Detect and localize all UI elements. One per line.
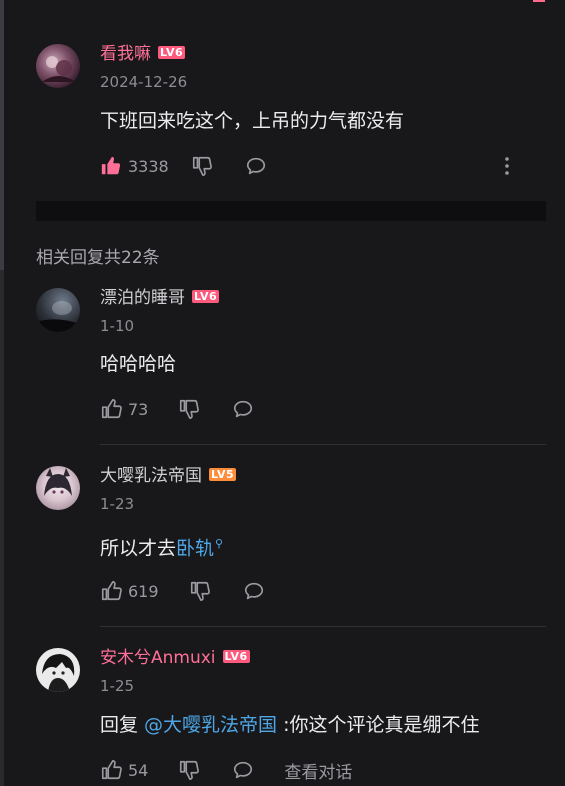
thumbs-down-icon <box>192 156 212 176</box>
username[interactable]: 看我嘛 LV6 <box>100 44 186 64</box>
like-count: 619 <box>128 581 159 601</box>
avatar[interactable] <box>36 288 80 332</box>
thumbs-up-icon <box>101 581 122 601</box>
more-vertical-icon <box>505 157 509 175</box>
comment-bubble-icon <box>246 157 265 175</box>
like-count: 54 <box>128 760 149 780</box>
username[interactable]: 安木兮Anmuxi LV6 <box>100 648 250 668</box>
thumbs-down-icon <box>180 399 200 419</box>
avatar-image <box>36 301 80 332</box>
like-count: 3338 <box>128 156 169 176</box>
level-badge: LV5 <box>209 467 237 481</box>
reply-date: 1-25 <box>100 677 135 695</box>
avatar-image <box>42 654 75 692</box>
dislike-button[interactable] <box>189 580 211 602</box>
dislike-button[interactable] <box>191 155 213 177</box>
reply-button[interactable] <box>232 398 254 420</box>
reply-text: :你这个评论真是绷不住 <box>277 714 480 736</box>
reply-date: 1-23 <box>100 495 135 513</box>
reply-prefix: 回复 <box>100 714 145 736</box>
like-count: 73 <box>128 399 149 419</box>
reply-text: 所以才去 <box>100 537 177 560</box>
section-divider <box>36 201 546 221</box>
replies-header: 相关回复共22条 <box>36 248 160 268</box>
reply-content: 回复 @大嘤乳法帝国 :你这个评论真是绷不住 <box>100 713 480 737</box>
comment-date: 2024-12-26 <box>100 73 188 91</box>
like-button[interactable]: 619 <box>100 580 159 602</box>
comment-actions: 3338 <box>100 154 546 178</box>
reply-content: 所以才去卧轨⚲ <box>100 532 223 560</box>
thumbs-down-icon <box>190 581 210 601</box>
reply-content: 哈哈哈哈 <box>100 353 177 375</box>
dislike-button[interactable] <box>178 759 200 781</box>
reply-divider <box>100 626 546 627</box>
more-options-button[interactable] <box>504 156 510 176</box>
reply-actions: 54 查看对话 <box>100 758 352 783</box>
avatar-image <box>42 56 76 82</box>
level-badge: LV6 <box>222 649 250 663</box>
comment-bubble-icon <box>244 582 263 600</box>
reply-button[interactable] <box>232 759 254 781</box>
level-badge: LV6 <box>158 45 186 59</box>
view-conversation-link[interactable]: 查看对话 <box>284 758 352 783</box>
avatar[interactable] <box>36 44 80 88</box>
search-icon[interactable]: ⚲ <box>215 537 223 550</box>
dislike-button[interactable] <box>178 398 200 420</box>
username[interactable]: 漂泊的睡哥 LV6 <box>100 288 220 308</box>
thumbs-up-icon <box>101 760 122 780</box>
like-button[interactable]: 54 <box>100 759 148 781</box>
thumbs-up-filled-icon <box>101 156 121 175</box>
avatar-image <box>44 468 72 496</box>
level-badge: LV6 <box>192 289 220 303</box>
thumbs-down-icon <box>180 760 200 780</box>
comment-content: 下班回来吃这个，上吊的力气都没有 <box>100 110 405 132</box>
thumbs-up-icon <box>101 399 122 419</box>
like-button[interactable]: 73 <box>100 398 148 420</box>
reply-button[interactable] <box>243 580 265 602</box>
username[interactable]: 大嘤乳法帝国 LV5 <box>100 466 237 486</box>
like-button[interactable]: 3338 <box>100 155 169 177</box>
comment-bubble-icon <box>234 400 253 418</box>
avatar[interactable] <box>36 648 80 692</box>
reply-divider <box>100 444 546 445</box>
comment-bubble-icon <box>234 761 253 779</box>
reply-date: 1-10 <box>100 317 135 335</box>
reply-button[interactable] <box>245 155 267 177</box>
mention-link[interactable]: @大嘤乳法帝国 <box>144 714 277 736</box>
search-keyword-link[interactable]: 卧轨 <box>176 537 214 559</box>
reply-actions: 73 <box>100 397 254 421</box>
reply-actions: 619 <box>100 579 265 603</box>
avatar[interactable] <box>36 466 80 510</box>
main-comment: 看我嘛 LV6 2024-12-26 下班回来吃这个，上吊的力气都没有 3338 <box>0 0 565 200</box>
